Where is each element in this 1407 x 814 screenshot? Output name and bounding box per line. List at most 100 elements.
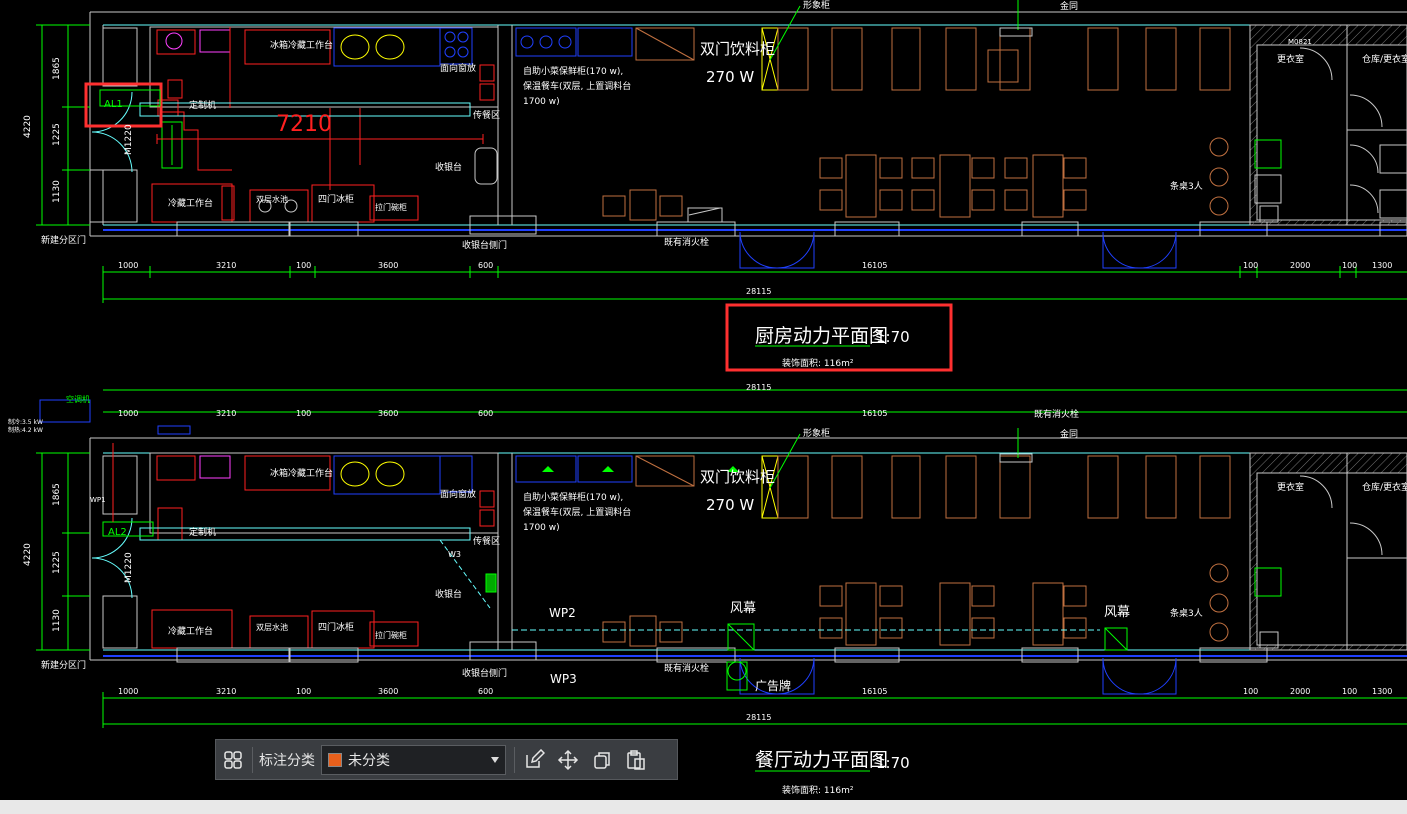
svg-text:3210: 3210	[216, 261, 236, 270]
double-bev-label: 双门饮料柜	[700, 40, 775, 58]
wp3-label: WP3	[550, 672, 577, 686]
bev-watt-label: 270 W	[706, 68, 754, 86]
svg-text:16105: 16105	[862, 261, 887, 270]
category-value: 未分类	[348, 751, 390, 768]
ad-label: 广告牌	[755, 679, 791, 693]
svg-text:100: 100	[296, 409, 311, 418]
kitchen-plan-subtitle: 装饰面积: 116m²	[782, 357, 854, 369]
svg-text:1300: 1300	[1372, 261, 1392, 270]
svg-text:2000: 2000	[1290, 687, 1310, 696]
svg-text:双层水池: 双层水池	[256, 622, 288, 632]
svg-text:新建分区门: 新建分区门	[41, 659, 86, 671]
ac-spec-label: 制冷:3.5 kW	[8, 418, 43, 426]
paste-icon[interactable]	[619, 743, 653, 777]
svg-text:1130: 1130	[52, 180, 62, 203]
svg-text:3600: 3600	[378, 687, 398, 696]
svg-text:W3: W3	[448, 550, 461, 559]
dining-plan-scale: 1:70	[876, 754, 910, 772]
svg-text:既有消火栓: 既有消火栓	[1034, 408, 1079, 420]
panel-al2-label: AL2	[108, 527, 127, 538]
total-dim-label: 28115	[746, 287, 771, 296]
edit-icon[interactable]	[517, 743, 551, 777]
kitchen-plan-scale: 1:70	[876, 328, 910, 346]
svg-text:1225: 1225	[52, 123, 62, 146]
svg-text:1130: 1130	[52, 609, 62, 632]
big-dimension-7210: 7210	[276, 112, 332, 137]
fan1-label: 风幕	[730, 601, 756, 616]
kitchen-plan-title: 厨房动力平面图	[755, 325, 888, 347]
fridge-bench-label: 冰箱冷藏工作台	[270, 39, 333, 51]
svg-text:100: 100	[1342, 687, 1357, 696]
svg-text:冷藏工作台: 冷藏工作台	[168, 625, 213, 637]
svg-text:制热:4.2 kW: 制热:4.2 kW	[8, 426, 43, 434]
svg-text:形象柜: 形象柜	[803, 427, 830, 439]
svg-text:28115: 28115	[746, 383, 771, 392]
svg-text:16105: 16105	[862, 409, 887, 418]
toolbar-divider	[252, 746, 253, 773]
svg-text:28115: 28115	[746, 713, 771, 722]
svg-text:面向窗放: 面向窗放	[440, 488, 476, 500]
svg-text:1300: 1300	[1372, 687, 1392, 696]
svg-text:4220: 4220	[23, 543, 33, 566]
svg-text:270 W: 270 W	[706, 496, 754, 514]
wp2-label: WP2	[549, 606, 576, 620]
svg-text:传餐区: 传餐区	[473, 535, 500, 547]
svg-text:M1220: M1220	[124, 552, 134, 583]
window-label: 面向窗放	[440, 62, 476, 74]
dining-floor-plan	[36, 389, 1407, 728]
new-door-label: 新建分区门	[41, 234, 86, 246]
status-bar	[0, 800, 1407, 814]
double-sink-label: 双层水池	[256, 194, 288, 204]
dining-plan-subtitle: 装饰面积: 116m²	[782, 784, 854, 796]
svg-text:更衣室: 更衣室	[1277, 481, 1304, 493]
svg-text:1865: 1865	[52, 57, 62, 80]
hood-label: 定制机	[189, 99, 216, 111]
store-label: 仓库/更衣室	[1362, 53, 1407, 65]
toolbar-divider	[514, 746, 515, 773]
pass-label: 传餐区	[473, 109, 500, 121]
move-icon[interactable]	[551, 743, 585, 777]
cad-drawing-canvas[interactable]: AL1 7210 冰箱冷藏工作台 冷藏工作台 双层水池 四门冰柜 拉门碗柜 面向…	[0, 0, 1407, 800]
copy-icon[interactable]	[585, 743, 619, 777]
svg-text:100: 100	[1243, 687, 1258, 696]
svg-text:3600: 3600	[378, 261, 398, 270]
svg-text:100: 100	[296, 687, 311, 696]
fire-label: 既有消火栓	[664, 236, 709, 248]
svg-text:自助小菜保鲜柜(170 w),: 自助小菜保鲜柜(170 w),	[523, 491, 623, 503]
category-select[interactable]: 未分类	[321, 744, 506, 775]
svg-text:3210: 3210	[216, 409, 236, 418]
svg-text:1000: 1000	[118, 687, 138, 696]
buffet-line2: 保温餐车(双层, 上置调料台	[523, 80, 631, 92]
low-cabinet-label: 拉门碗柜	[375, 202, 407, 212]
svg-text:1000: 1000	[118, 261, 138, 270]
svg-text:600: 600	[478, 261, 493, 270]
svg-text:2000: 2000	[1290, 261, 1310, 270]
svg-text:1865: 1865	[52, 483, 62, 506]
svg-text:收银台侧门: 收银台侧门	[462, 667, 507, 679]
svg-text:金同: 金同	[1060, 428, 1078, 440]
grid-menu-icon[interactable]	[216, 743, 250, 777]
svg-text:保温餐车(双层, 上置调料台: 保温餐车(双层, 上置调料台	[523, 506, 631, 518]
display-label: 形象柜	[803, 0, 830, 11]
ac-label: 空调机	[66, 394, 90, 404]
svg-text:100: 100	[296, 261, 311, 270]
svg-text:100: 100	[1243, 261, 1258, 270]
svg-text:冰箱冷藏工作台: 冰箱冷藏工作台	[270, 467, 333, 479]
four-door-label: 四门冰柜	[318, 193, 354, 205]
panel-al1-label: AL1	[104, 99, 123, 110]
svg-text:600: 600	[478, 409, 493, 418]
cashier-door-label: 收银台侧门	[462, 239, 507, 251]
svg-text:既有消火栓: 既有消火栓	[664, 662, 709, 674]
svg-text:3600: 3600	[378, 409, 398, 418]
buffet-line3: 1700 w)	[523, 97, 560, 107]
svg-text:拉门碗柜: 拉门碗柜	[375, 630, 407, 640]
svg-text:定制机: 定制机	[189, 526, 216, 538]
gold-label: 金同	[1060, 0, 1078, 12]
dining-plan-labels: AL2 WP1 WP2 WP3 W3 风幕 风幕 广告牌 空调机 制冷:3.5 …	[8, 383, 1407, 796]
category-color-swatch	[328, 752, 342, 767]
svg-text:1225: 1225	[52, 551, 62, 574]
fridge-bench2-label: 冷藏工作台	[168, 197, 213, 209]
svg-text:仓库/更衣室: 仓库/更衣室	[1362, 481, 1407, 493]
m0821-label: M0821	[1288, 38, 1312, 46]
svg-text:M1220: M1220	[124, 124, 134, 155]
